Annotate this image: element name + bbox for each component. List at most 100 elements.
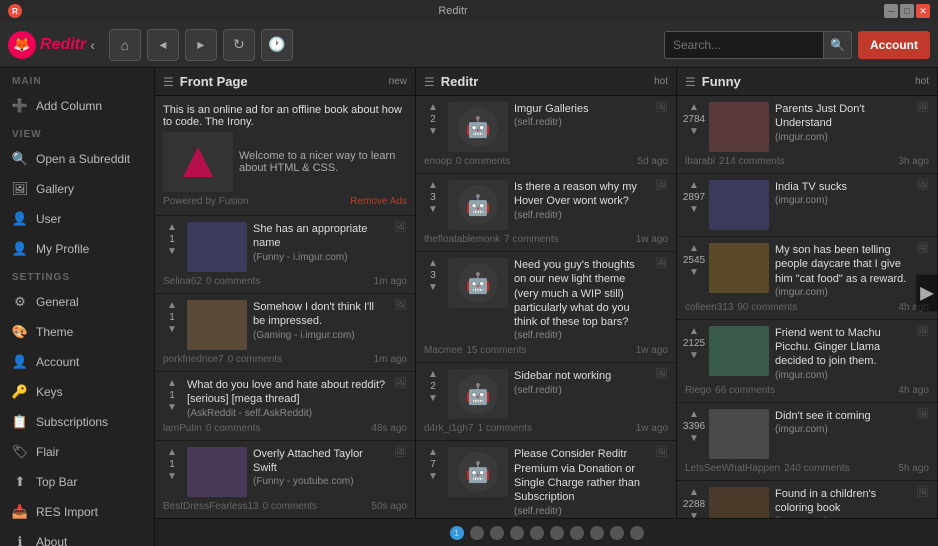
pagination-dot-5[interactable] <box>550 526 564 540</box>
upvote-button[interactable]: ▲ <box>428 180 438 192</box>
sidebar-section-settings: SETTINGS <box>0 264 154 287</box>
downvote-button[interactable]: ▼ <box>428 393 438 405</box>
downvote-button[interactable]: ▼ <box>689 350 699 362</box>
remove-ads-button[interactable]: Remove Ads <box>350 196 407 207</box>
maximize-button[interactable]: □ <box>900 4 914 18</box>
post-row: ▲ 2 ▼ 🤖 Sidebar not working (self.reditr… <box>424 369 668 419</box>
downvote-button[interactable]: ▼ <box>167 246 177 258</box>
post-subreddit: (Gaming - i.imgur.com) <box>253 330 388 341</box>
upvote-button[interactable]: ▲ <box>689 102 699 114</box>
upvote-button[interactable]: ▲ <box>428 102 438 114</box>
upvote-button[interactable]: ▲ <box>689 487 699 499</box>
downvote-button[interactable]: ▼ <box>167 471 177 483</box>
forward-button[interactable]: ▸ <box>185 29 217 61</box>
pagination-dot-2[interactable] <box>490 526 504 540</box>
post-author: LetsSeeWhatHappen <box>685 463 780 474</box>
post-item[interactable]: ▲ 7 ▼ 🤖 Please Consider Reditr Premium v… <box>416 441 676 518</box>
post-item[interactable]: ▲ 2 ▼ 🤖 Sidebar not working (self.reditr… <box>416 363 676 441</box>
post-subreddit: (Funny - youtube.com) <box>253 476 388 487</box>
minimize-button[interactable]: ─ <box>884 4 898 18</box>
sidebar-item-flair[interactable]: 🏷Flair <box>0 437 154 467</box>
post-item[interactable]: ▲ 2897 ▼ India TV sucks (imgur.com) 🖼 <box>677 174 937 237</box>
post-item[interactable]: ▲ 1 ▼ Overly Attached Taylor Swift (Funn… <box>155 441 415 518</box>
sidebar-item-general[interactable]: ⚙General <box>0 287 154 317</box>
sidebar-item-gallery[interactable]: 🖼Gallery <box>0 174 154 204</box>
toolbar: 🦊 Reditr ‹ ⌂ ◂ ▸ ↻ 🕐 🔍 Account <box>0 22 938 68</box>
account-button[interactable]: Account <box>858 31 930 59</box>
upvote-button[interactable]: ▲ <box>689 409 699 421</box>
post-item[interactable]: ▲ 2 ▼ 🤖 Imgur Galleries (self.reditr) 🖼 … <box>416 96 676 174</box>
downvote-button[interactable]: ▼ <box>689 433 699 445</box>
pagination-dot-6[interactable] <box>570 526 584 540</box>
downvote-button[interactable]: ▼ <box>689 511 699 518</box>
downvote-button[interactable]: ▼ <box>167 402 177 414</box>
pagination-dot-1[interactable] <box>470 526 484 540</box>
upvote-button[interactable]: ▲ <box>167 222 177 234</box>
upvote-button[interactable]: ▲ <box>428 369 438 381</box>
my-profile-icon: 👤 <box>12 241 28 257</box>
downvote-button[interactable]: ▼ <box>167 324 177 336</box>
downvote-button[interactable]: ▼ <box>689 126 699 138</box>
pagination-dot-7[interactable] <box>590 526 604 540</box>
upvote-button[interactable]: ▲ <box>167 378 177 390</box>
pagination-dot-9[interactable] <box>630 526 644 540</box>
post-thumbnail: 🤖 <box>448 180 508 230</box>
post-item[interactable]: ▲ 1 ▼ Somehow I don't think I'll be impr… <box>155 294 415 372</box>
post-item[interactable]: ▲ 2125 ▼ Friend went to Machu Picchu. Gi… <box>677 320 937 403</box>
downvote-button[interactable]: ▼ <box>689 267 699 279</box>
pagination-dot-0[interactable]: 1 <box>450 526 464 540</box>
post-item[interactable]: ▲ 2784 ▼ Parents Just Don't Understand (… <box>677 96 937 174</box>
column-title-reditr: Reditr <box>441 74 648 89</box>
close-button[interactable]: ✕ <box>916 4 930 18</box>
post-item[interactable]: ▲ 1 ▼ She has an appropriate name (Funny… <box>155 216 415 294</box>
sidebar-item-my-profile[interactable]: 👤My Profile <box>0 234 154 264</box>
upvote-button[interactable]: ▲ <box>428 447 438 459</box>
pagination-dot-3[interactable] <box>510 526 524 540</box>
downvote-button[interactable]: ▼ <box>428 204 438 216</box>
post-item[interactable]: ▲ 3 ▼ 🤖 Is there a reason why my Hover O… <box>416 174 676 252</box>
upvote-button[interactable]: ▲ <box>167 300 177 312</box>
pagination-dot-4[interactable] <box>530 526 544 540</box>
post-content: Somehow I don't think I'll be impressed.… <box>253 300 388 341</box>
downvote-button[interactable]: ▼ <box>428 471 438 483</box>
back-button[interactable]: ◂ <box>147 29 179 61</box>
logo-arrow[interactable]: ‹ <box>90 37 95 53</box>
home-button[interactable]: ⌂ <box>109 29 141 61</box>
refresh-button[interactable]: ↻ <box>223 29 255 61</box>
upvote-button[interactable]: ▲ <box>167 447 177 459</box>
vote-count: 3396 <box>683 421 705 433</box>
history-button[interactable]: 🕐 <box>261 29 293 61</box>
sidebar-item-about[interactable]: ℹAbout <box>0 527 154 546</box>
subscriptions-icon: 📋 <box>12 414 28 430</box>
next-column-button[interactable]: ▶ <box>916 275 938 312</box>
post-item[interactable]: ▲ 2288 ▼ Found in a children's coloring … <box>677 481 937 518</box>
sidebar-item-open-subreddit[interactable]: 🔍Open a Subreddit <box>0 144 154 174</box>
upvote-button[interactable]: ▲ <box>689 326 699 338</box>
downvote-button[interactable]: ▼ <box>428 126 438 138</box>
upvote-button[interactable]: ▲ <box>428 258 438 270</box>
sidebar-item-top-bar[interactable]: ⬆Top Bar <box>0 467 154 497</box>
sidebar-item-subscriptions[interactable]: 📋Subscriptions <box>0 407 154 437</box>
sidebar-item-account[interactable]: 👤Account <box>0 347 154 377</box>
post-row: ▲ 1 ▼ Somehow I don't think I'll be impr… <box>163 300 407 350</box>
sidebar-item-keys[interactable]: 🔑Keys <box>0 377 154 407</box>
post-item[interactable]: ▲ 2545 ▼ My son has been telling people … <box>677 237 937 320</box>
post-comments: 1 comments <box>477 423 531 434</box>
upvote-button[interactable]: ▲ <box>689 243 699 255</box>
post-item[interactable]: ▲ 1 ▼ What do you love and hate about re… <box>155 372 415 441</box>
post-item[interactable]: ▲ 3 ▼ 🤖 Need you guy's thoughts on our n… <box>416 252 676 363</box>
post-item[interactable]: ▲ 3396 ▼ Didn't see it coming (imgur.com… <box>677 403 937 481</box>
sidebar-item-add-column[interactable]: ➕Add Column <box>0 91 154 121</box>
downvote-button[interactable]: ▼ <box>428 282 438 294</box>
sidebar-item-theme[interactable]: 🎨Theme <box>0 317 154 347</box>
pagination-dot-8[interactable] <box>610 526 624 540</box>
downvote-button[interactable]: ▼ <box>689 204 699 216</box>
post-time: 5d ago <box>637 156 668 167</box>
sidebar-item-user[interactable]: 👤User <box>0 204 154 234</box>
upvote-button[interactable]: ▲ <box>689 180 699 192</box>
post-time: 48s ago <box>371 423 407 434</box>
sidebar-item-res-import[interactable]: 📥RES Import <box>0 497 154 527</box>
search-input[interactable] <box>664 31 824 59</box>
search-button[interactable]: 🔍 <box>824 31 852 59</box>
column-badge-front-page: new <box>389 76 407 87</box>
